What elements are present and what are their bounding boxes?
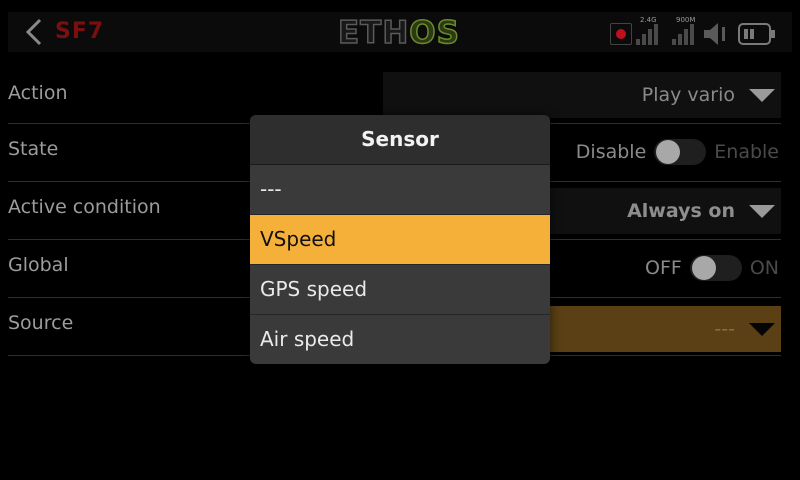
battery-icon — [738, 23, 775, 45]
row-label: Source — [8, 312, 74, 334]
row-label: Active condition — [8, 196, 161, 218]
record-icon — [610, 23, 632, 45]
screen-title: SF7 — [55, 19, 105, 44]
state-toggle-group: Disable Enable — [575, 139, 779, 165]
back-button[interactable] — [14, 14, 54, 50]
top-bar: SF7 ETHOS 2.4G 900M — [8, 12, 792, 52]
signal-900m-icon: 900M — [672, 16, 696, 47]
ethos-logo: ETHOS — [337, 14, 460, 52]
option-vspeed[interactable]: VSpeed — [250, 215, 550, 265]
global-toggle[interactable] — [689, 255, 742, 281]
option-gps-speed[interactable]: GPS speed — [250, 265, 550, 315]
sensor-popup: Sensor --- VSpeed GPS speed Air speed — [250, 115, 550, 364]
row-label: State — [8, 138, 59, 160]
speaker-icon — [704, 23, 725, 45]
state-toggle[interactable] — [654, 139, 707, 165]
chevron-down-icon — [749, 322, 775, 336]
global-toggle-group: OFF ON — [645, 255, 779, 281]
chevron-left-icon — [25, 18, 42, 46]
signal-2g4-icon: 2.4G — [636, 16, 660, 47]
chevron-down-icon — [749, 204, 775, 218]
chevron-down-icon — [749, 88, 775, 102]
row-label: Global — [8, 254, 69, 276]
row-label: Action — [8, 82, 68, 104]
option-none[interactable]: --- — [250, 165, 550, 215]
popup-title: Sensor — [250, 115, 550, 165]
action-dropdown[interactable]: Play vario — [383, 72, 781, 118]
option-air-speed[interactable]: Air speed — [250, 315, 550, 364]
